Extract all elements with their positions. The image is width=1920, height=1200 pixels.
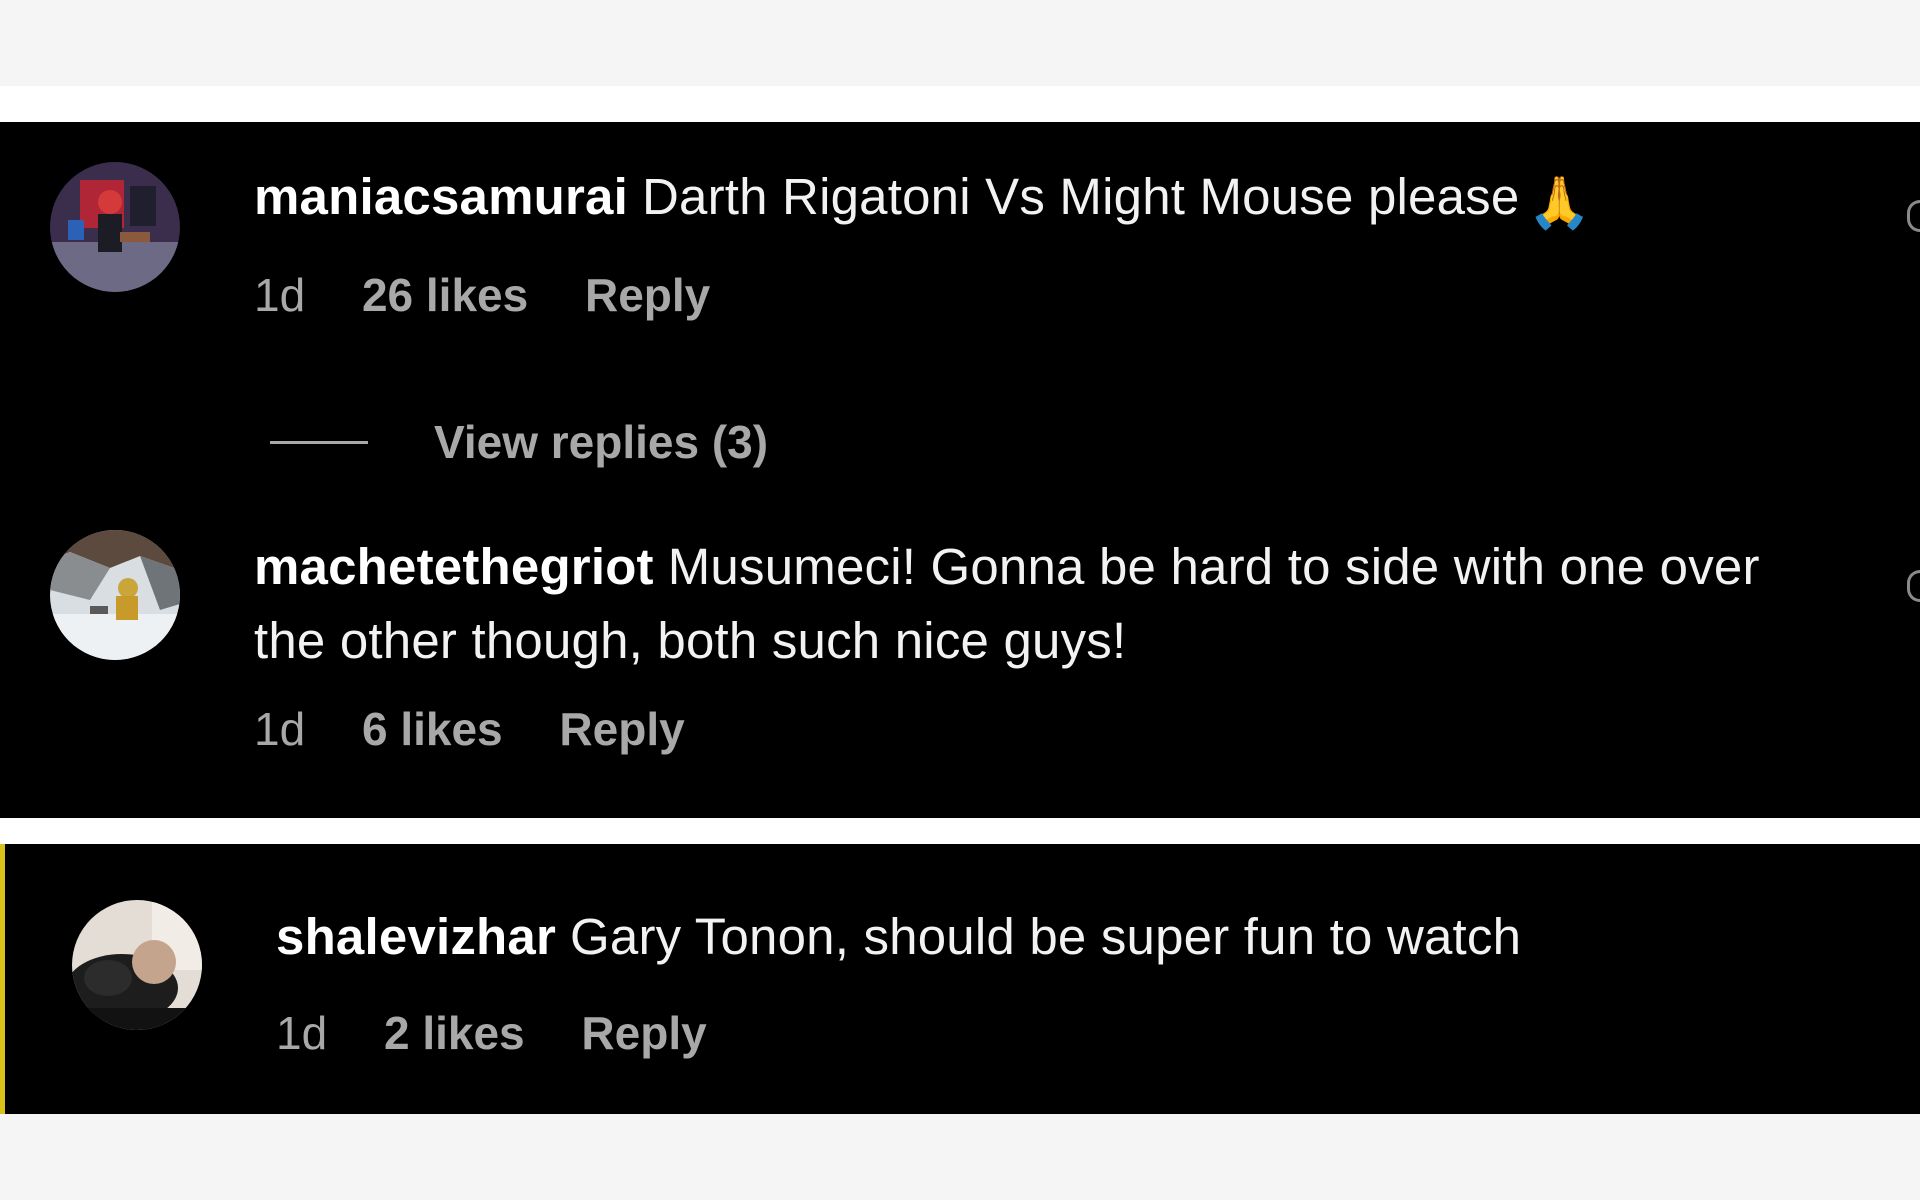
comment-username[interactable]: shalevizhar bbox=[276, 908, 556, 965]
comment-likes[interactable]: 6 likes bbox=[362, 703, 503, 755]
heart-icon[interactable] bbox=[1907, 570, 1920, 602]
praying-hands-emoji: 🙏 bbox=[1527, 174, 1592, 231]
screenshot-canvas: maniacsamurai Darth Rigatoni Vs Might Mou… bbox=[0, 0, 1920, 1200]
top-divider bbox=[0, 86, 1920, 122]
comment-meta: 1d 26 likes Reply bbox=[254, 268, 754, 322]
comment-username[interactable]: maniacsamurai bbox=[254, 168, 628, 225]
comment-meta: 1d 6 likes Reply bbox=[254, 702, 729, 756]
comment-meta: 1d 2 likes Reply bbox=[276, 1006, 751, 1060]
comments-panel: shalevizhar Gary Tonon, should be super f… bbox=[0, 844, 1920, 1114]
reply-button[interactable]: Reply bbox=[559, 703, 684, 755]
comment-likes[interactable]: 26 likes bbox=[362, 269, 528, 321]
comment-time: 1d bbox=[254, 703, 306, 755]
heart-icon[interactable] bbox=[1907, 200, 1920, 232]
comment-body: machetethegriot Musumeci! Gonna be hard t… bbox=[254, 530, 1814, 678]
view-replies-button[interactable]: View replies (3) bbox=[270, 412, 768, 472]
comment-item: maniacsamurai Darth Rigatoni Vs Might Mou… bbox=[0, 122, 1920, 468]
comment-text: Gary Tonon, should be super fun to watch bbox=[570, 908, 1522, 965]
view-replies-line bbox=[270, 440, 368, 444]
reply-button[interactable]: Reply bbox=[585, 269, 710, 321]
reply-button[interactable]: Reply bbox=[581, 1007, 706, 1059]
comment-body: maniacsamurai Darth Rigatoni Vs Might Mou… bbox=[254, 160, 1814, 240]
avatar-image bbox=[50, 162, 180, 292]
avatar-image bbox=[72, 900, 202, 1030]
avatar[interactable] bbox=[50, 162, 180, 292]
middle-divider bbox=[0, 818, 1920, 844]
comment-time: 1d bbox=[254, 269, 306, 321]
comment-text: Darth Rigatoni Vs Might Mouse please bbox=[641, 168, 1520, 225]
avatar-image bbox=[50, 530, 180, 660]
comment-time: 1d bbox=[276, 1007, 328, 1059]
comment-item: machetethegriot Musumeci! Gonna be hard t… bbox=[0, 530, 1920, 818]
comments-panel: maniacsamurai Darth Rigatoni Vs Might Mou… bbox=[0, 122, 1920, 818]
view-replies-label: View replies (3) bbox=[434, 416, 769, 468]
avatar[interactable] bbox=[72, 900, 202, 1030]
comment-likes[interactable]: 2 likes bbox=[384, 1007, 525, 1059]
comment-item: shalevizhar Gary Tonon, should be super f… bbox=[0, 844, 1920, 1114]
comment-username[interactable]: machetethegriot bbox=[254, 538, 654, 595]
comment-body: shalevizhar Gary Tonon, should be super f… bbox=[276, 900, 1836, 974]
avatar[interactable] bbox=[50, 530, 180, 660]
